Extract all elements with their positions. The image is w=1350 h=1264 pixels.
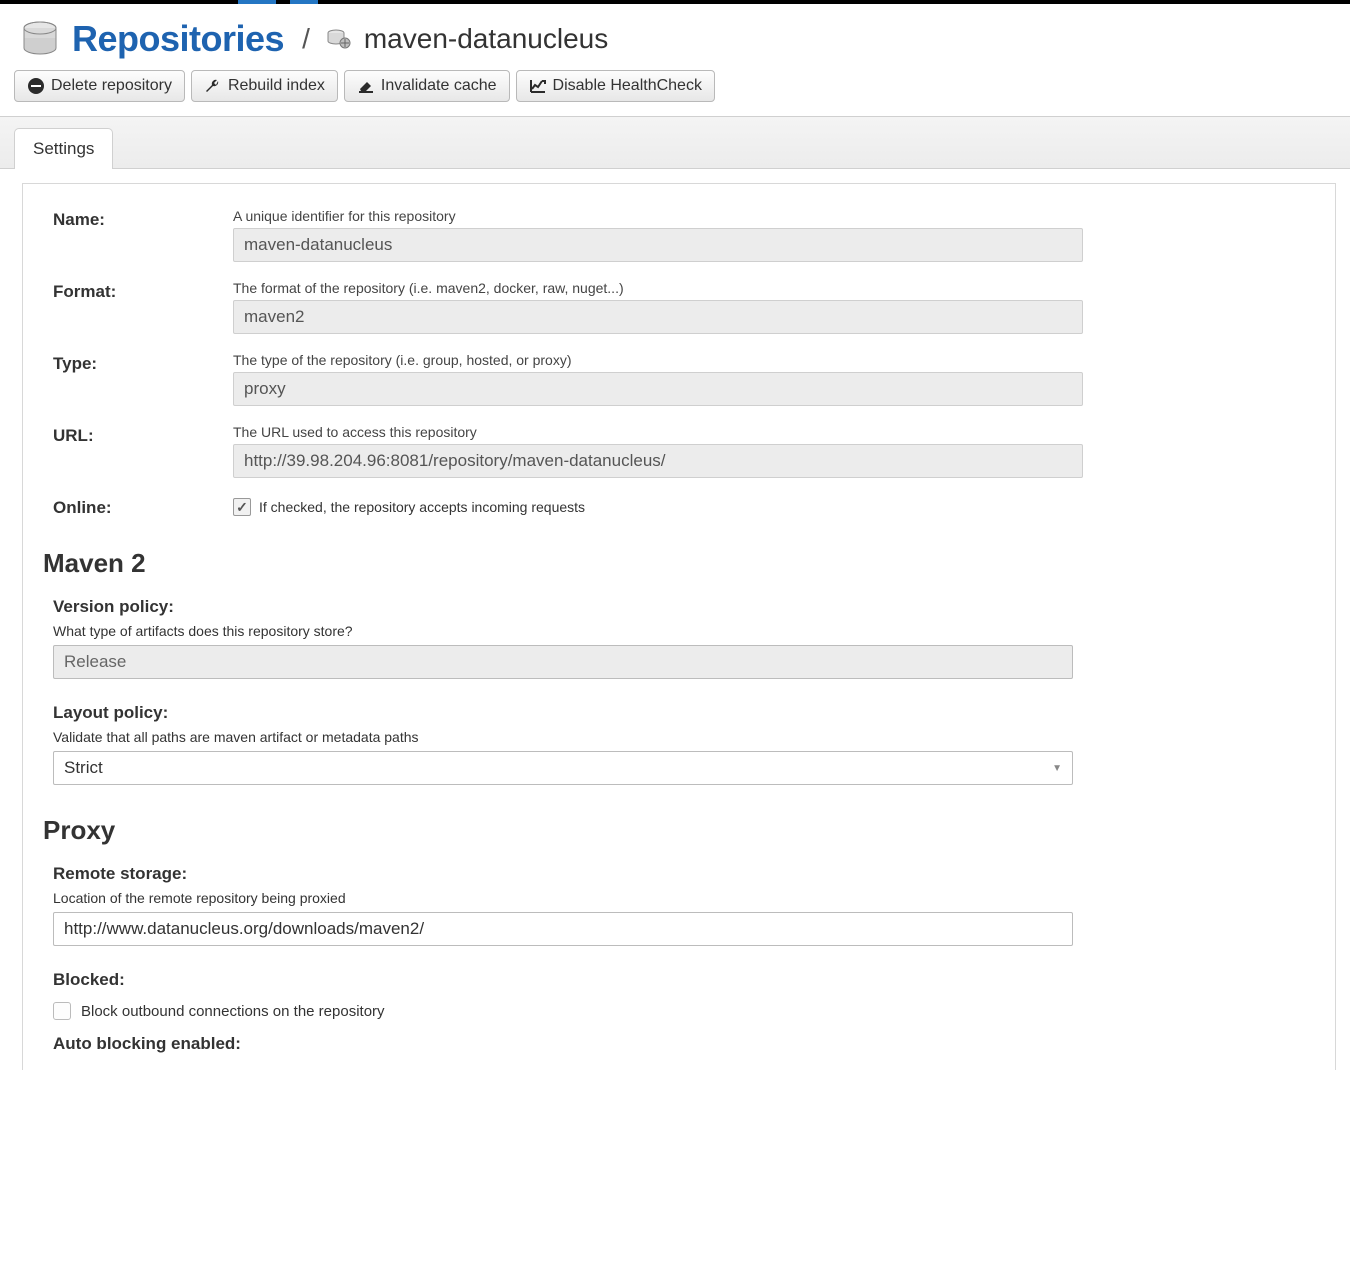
- wrench-icon: [204, 77, 222, 95]
- proxy-section-heading: Proxy: [43, 815, 1305, 846]
- auto-blocking-label: Auto blocking enabled:: [53, 1034, 1073, 1054]
- blocked-check-label: Block outbound connections on the reposi…: [81, 1003, 385, 1020]
- delete-repository-button[interactable]: Delete repository: [14, 70, 185, 102]
- breadcrumb-current: maven-datanucleus: [364, 23, 608, 55]
- button-label: Invalidate cache: [381, 77, 497, 95]
- rebuild-index-button[interactable]: Rebuild index: [191, 70, 338, 102]
- repository-proxy-icon: [326, 28, 352, 50]
- tab-label: Settings: [33, 139, 94, 158]
- layout-policy-help: Validate that all paths are maven artifa…: [53, 729, 1073, 745]
- online-label: Online:: [53, 496, 233, 518]
- invalidate-cache-button[interactable]: Invalidate cache: [344, 70, 510, 102]
- remote-storage-label: Remote storage:: [53, 864, 1073, 884]
- chevron-down-icon: ▼: [1052, 763, 1062, 774]
- database-icon: [20, 19, 60, 59]
- button-label: Rebuild index: [228, 77, 325, 95]
- online-checkbox[interactable]: [233, 498, 251, 516]
- layout-policy-select[interactable]: Strict ▼: [53, 751, 1073, 785]
- button-label: Disable HealthCheck: [553, 77, 702, 95]
- maven2-section-heading: Maven 2: [43, 548, 1305, 579]
- minus-circle-icon: [27, 77, 45, 95]
- remote-storage-help: Location of the remote repository being …: [53, 890, 1073, 906]
- version-policy-select: Release: [53, 645, 1073, 679]
- settings-panel: Name: A unique identifier for this repos…: [22, 183, 1336, 1070]
- type-input: [233, 372, 1083, 406]
- name-label: Name:: [53, 208, 233, 262]
- url-help: The URL used to access this repository: [233, 424, 1083, 440]
- url-label: URL:: [53, 424, 233, 478]
- page-title[interactable]: Repositories: [72, 18, 284, 60]
- type-help: The type of the repository (i.e. group, …: [233, 352, 1083, 368]
- action-toolbar: Delete repository Rebuild index Invalida…: [0, 70, 1350, 116]
- version-policy-value: Release: [64, 652, 126, 672]
- chart-line-icon: [529, 77, 547, 95]
- eraser-icon: [357, 77, 375, 95]
- format-label: Format:: [53, 280, 233, 334]
- breadcrumb-separator: /: [302, 23, 310, 55]
- online-help: If checked, the repository accepts incom…: [259, 499, 585, 515]
- format-input: [233, 300, 1083, 334]
- name-input: [233, 228, 1083, 262]
- tab-bar: Settings: [0, 116, 1350, 169]
- type-label: Type:: [53, 352, 233, 406]
- tab-settings[interactable]: Settings: [14, 128, 113, 169]
- url-input: [233, 444, 1083, 478]
- page-header: Repositories / maven-datanucleus: [0, 4, 1350, 70]
- version-policy-help: What type of artifacts does this reposit…: [53, 623, 1073, 639]
- button-label: Delete repository: [51, 77, 172, 95]
- blocked-checkbox[interactable]: [53, 1002, 71, 1020]
- layout-policy-label: Layout policy:: [53, 703, 1073, 723]
- name-help: A unique identifier for this repository: [233, 208, 1083, 224]
- format-help: The format of the repository (i.e. maven…: [233, 280, 1083, 296]
- remote-storage-input[interactable]: [53, 912, 1073, 946]
- blocked-label: Blocked:: [53, 970, 1073, 990]
- layout-policy-value: Strict: [64, 758, 103, 778]
- disable-healthcheck-button[interactable]: Disable HealthCheck: [516, 70, 715, 102]
- version-policy-label: Version policy:: [53, 597, 1073, 617]
